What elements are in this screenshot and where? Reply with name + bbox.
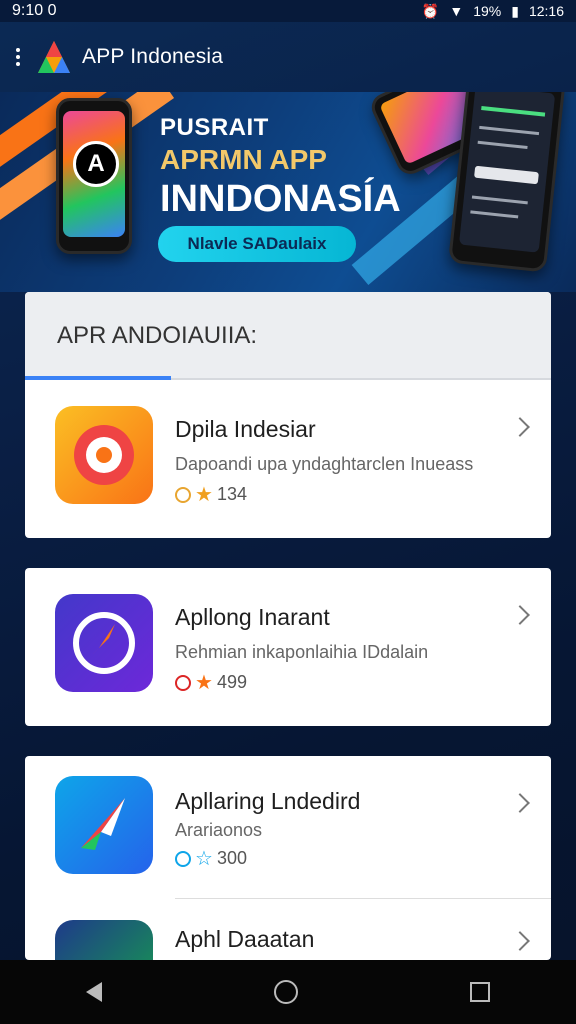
app-name: Apllaring Lndedird bbox=[175, 788, 361, 814]
wifi-icon: ▼ bbox=[449, 3, 464, 19]
rating-badge-icon bbox=[175, 674, 191, 691]
chevron-right-icon[interactable] bbox=[510, 605, 530, 625]
app-list-section: APR ANDOIAUIIA: Dpila Indesiаr Dapoandi … bbox=[25, 292, 551, 538]
app-list-item[interactable]: Apllong Inarant Rehmian inkaponlaihia ID… bbox=[25, 568, 551, 718]
recents-square-icon[interactable] bbox=[470, 982, 490, 1002]
promo-banner[interactable]: A PUSRAIT APRMN APP INNDONASÍA Nlavle SA… bbox=[0, 92, 576, 292]
banner-cta-button[interactable]: Nlavle SADaulaix bbox=[158, 226, 356, 262]
status-time: 9:10 0 bbox=[12, 2, 57, 19]
app-list-item[interactable]: Aphl Daaatan bbox=[25, 898, 551, 960]
status-bar: 9:10 0 ⏰ ▼ 19% ▮ 12:16 bbox=[0, 0, 576, 22]
app-card[interactable]: Apllaring Lndedird Arariaonos ☆ 300 Aphl… bbox=[25, 756, 551, 960]
status-icons: ⏰ ▼ 19% ▮ 12:16 bbox=[422, 3, 564, 20]
a-logo-icon: A bbox=[73, 141, 119, 187]
alarm-icon: ⏰ bbox=[421, 2, 440, 19]
system-nav-bar bbox=[0, 960, 576, 1024]
banner-line2: APRMN APP bbox=[160, 144, 327, 175]
banner-line3: INNDONASÍA bbox=[160, 178, 401, 220]
banner-line1: PUSRAIT bbox=[160, 114, 269, 141]
app-rating: ★ 134 bbox=[175, 484, 247, 505]
app-rating: ★ 499 bbox=[175, 672, 247, 693]
star-icon: ★ bbox=[195, 671, 213, 694]
status-clock: 12:16 bbox=[528, 3, 564, 19]
app-icon-arrow bbox=[55, 776, 153, 874]
chevron-right-icon[interactable] bbox=[510, 417, 530, 437]
app-icon-partial bbox=[55, 920, 153, 960]
app-rating: ☆ 300 bbox=[175, 848, 247, 869]
battery-percent: 19% bbox=[473, 3, 502, 19]
star-icon: ☆ bbox=[195, 847, 213, 870]
battery-icon: ▮ bbox=[511, 2, 519, 19]
chevron-right-icon[interactable] bbox=[510, 793, 530, 813]
app-name: Dpila Indesiаr bbox=[175, 416, 316, 442]
chevron-right-icon[interactable] bbox=[510, 931, 530, 951]
section-title: APR ANDOIAUIIA: bbox=[57, 322, 258, 349]
rating-badge-icon bbox=[175, 850, 191, 867]
app-name: Aphl Daaatan bbox=[175, 926, 315, 952]
section-header: APR ANDOIAUIIA: bbox=[25, 292, 551, 380]
app-name: Apllong Inarant bbox=[175, 604, 330, 630]
phone-illustration-right bbox=[448, 92, 566, 273]
home-circle-icon[interactable] bbox=[274, 980, 298, 1004]
app-description: Rehmian inkaponlaihia IDdalain bbox=[175, 642, 429, 662]
rating-badge-icon bbox=[175, 486, 191, 503]
app-card[interactable]: Apllong Inarant Rehmian inkaponlaihia ID… bbox=[25, 568, 551, 726]
app-list-item[interactable]: Dpila Indesiаr Dapoandi upa yndaghtarcle… bbox=[25, 380, 551, 538]
back-triangle-icon[interactable] bbox=[86, 982, 102, 1002]
app-icon-compass bbox=[55, 594, 153, 692]
app-icon-badge bbox=[55, 406, 153, 504]
phone-illustration-left: A bbox=[56, 98, 132, 254]
app-description: Dapoandi upa yndaghtarclen Inueass bbox=[175, 454, 474, 474]
app-bar: APP Indonesia bbox=[0, 22, 576, 92]
app-logo-icon bbox=[34, 37, 74, 77]
app-description: Arariaonos bbox=[175, 820, 263, 840]
app-title: APP Indonesia bbox=[82, 45, 224, 68]
app-list-item[interactable]: Apllaring Lndedird Arariaonos ☆ 300 bbox=[25, 756, 551, 898]
overflow-menu-icon[interactable] bbox=[16, 48, 26, 66]
banner-headline: PUSRAIT APRMN APP INNDONASÍA bbox=[160, 114, 401, 221]
star-icon: ★ bbox=[195, 483, 213, 506]
